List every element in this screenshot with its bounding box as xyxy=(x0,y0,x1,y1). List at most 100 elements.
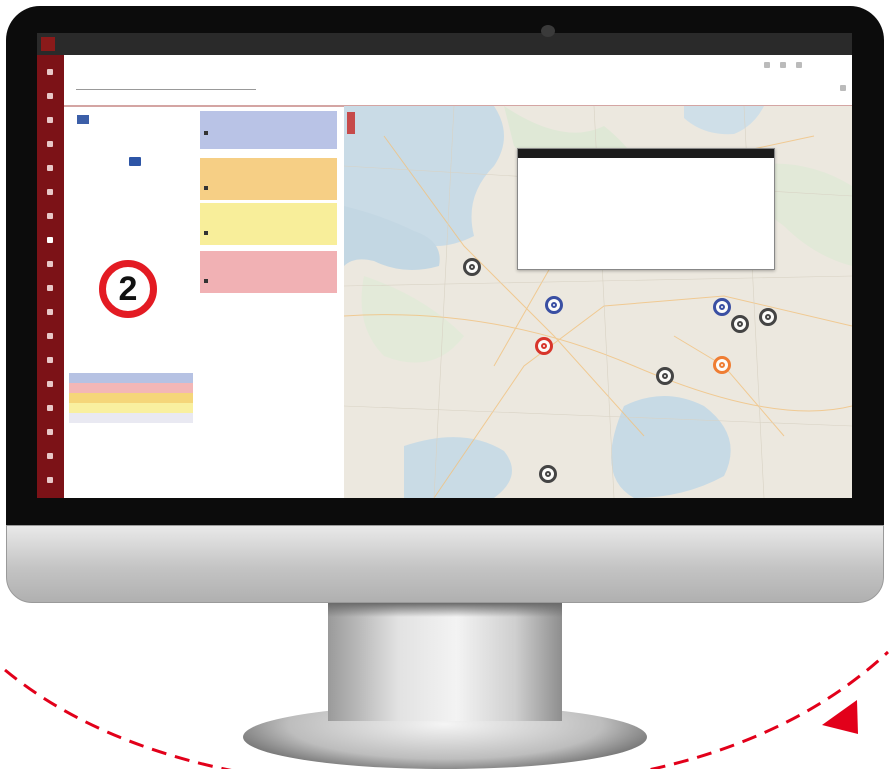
marker-gray-1[interactable] xyxy=(463,258,481,276)
calendar-day[interactable] xyxy=(143,187,155,196)
sidebar-help-icon[interactable] xyxy=(47,453,53,459)
calendar-day[interactable] xyxy=(143,147,155,156)
calendar-day[interactable] xyxy=(157,157,169,166)
calendar-day[interactable] xyxy=(157,137,169,146)
sidebar-map-icon[interactable] xyxy=(47,213,53,219)
sidebar-chart-icon[interactable] xyxy=(47,189,53,195)
order-card[interactable] xyxy=(200,111,337,149)
order-card[interactable] xyxy=(200,203,337,245)
top-right-link[interactable] xyxy=(807,41,847,49)
marker-blue-2[interactable] xyxy=(713,298,731,316)
calendar-day[interactable] xyxy=(129,167,141,176)
close-icon[interactable] xyxy=(840,85,846,91)
calendar-day[interactable] xyxy=(171,187,183,196)
calendar-weekday xyxy=(115,127,127,136)
calendar-day-selected[interactable] xyxy=(129,157,141,166)
calendar-day[interactable] xyxy=(101,167,113,176)
calendar-day[interactable] xyxy=(157,177,169,186)
card-line xyxy=(204,230,333,238)
calendar-day[interactable] xyxy=(171,137,183,146)
calendar-day[interactable] xyxy=(87,147,99,156)
back-link[interactable] xyxy=(76,61,106,69)
module-label[interactable] xyxy=(155,39,195,49)
calendar-prev-button[interactable] xyxy=(77,115,89,124)
top-navbar xyxy=(37,33,852,55)
order-card[interactable] xyxy=(200,251,337,293)
sidebar-active-item-icon[interactable] xyxy=(47,237,53,243)
map-toolbar[interactable] xyxy=(594,110,852,120)
calendar-day[interactable] xyxy=(101,177,113,186)
calendar-day[interactable] xyxy=(143,137,155,146)
popup-line xyxy=(530,238,760,246)
calendar-day[interactable] xyxy=(115,177,127,186)
calendar-day[interactable] xyxy=(115,187,127,196)
calendar-day[interactable] xyxy=(101,137,113,146)
calendar-day[interactable] xyxy=(87,167,99,176)
search-icon[interactable] xyxy=(764,62,770,68)
sidebar-clock-icon[interactable] xyxy=(47,381,53,387)
sidebar-gear-icon[interactable] xyxy=(47,285,53,291)
card-line xyxy=(204,130,333,138)
sidebar-tag-icon[interactable] xyxy=(47,357,53,363)
user-menu[interactable] xyxy=(814,61,848,69)
sidebar-folder-icon[interactable] xyxy=(47,309,53,315)
marker-gray-3[interactable] xyxy=(759,308,777,326)
zoom-control[interactable] xyxy=(347,112,355,134)
brand-logo-icon[interactable] xyxy=(41,37,55,51)
calendar-day[interactable] xyxy=(115,157,127,166)
map-view[interactable] xyxy=(344,106,852,498)
calendar-day[interactable] xyxy=(171,147,183,156)
marker-gray-4[interactable] xyxy=(656,367,674,385)
user-icon[interactable] xyxy=(796,62,802,68)
calendar-day[interactable] xyxy=(87,177,99,186)
legend-item xyxy=(69,393,193,403)
sidebar-report-icon[interactable] xyxy=(47,405,53,411)
sidebar-bell-icon[interactable] xyxy=(47,261,53,267)
calendar-day[interactable] xyxy=(87,137,99,146)
bell-icon[interactable] xyxy=(780,62,786,68)
marker-blue-1[interactable] xyxy=(545,296,563,314)
card-line xyxy=(204,222,333,230)
calendar-day[interactable] xyxy=(101,187,113,196)
marker-red-1[interactable] xyxy=(535,337,553,355)
calendar-day[interactable] xyxy=(143,167,155,176)
calendar-day[interactable] xyxy=(157,147,169,156)
sidebar-users-icon[interactable] xyxy=(47,141,53,147)
calendar-day[interactable] xyxy=(171,167,183,176)
calendar-weekday xyxy=(101,127,113,136)
sidebar-truck-icon[interactable] xyxy=(47,333,53,339)
calendar-day[interactable] xyxy=(87,157,99,166)
calendar-day[interactable] xyxy=(129,137,141,146)
popup-line xyxy=(530,175,760,183)
calendar-day[interactable] xyxy=(129,147,141,156)
counter-value: 2 xyxy=(118,270,138,308)
card-line xyxy=(204,177,333,185)
sidebar-list-icon[interactable] xyxy=(47,93,53,99)
calendar-day[interactable] xyxy=(157,187,169,196)
marker-gray-2[interactable] xyxy=(731,315,749,333)
sidebar-mail-icon[interactable] xyxy=(47,429,53,435)
calendar-weekday xyxy=(143,127,155,136)
calendar-day[interactable] xyxy=(171,157,183,166)
marker-gray-5[interactable] xyxy=(539,465,557,483)
sidebar-home-icon[interactable] xyxy=(47,69,53,75)
sidebar-logout-icon[interactable] xyxy=(47,477,53,483)
calendar-day[interactable] xyxy=(101,157,113,166)
popup-title xyxy=(518,160,774,168)
calendar-day[interactable] xyxy=(115,167,127,176)
sidebar-file-icon[interactable] xyxy=(47,165,53,171)
calendar-day[interactable] xyxy=(143,177,155,186)
calendar-day[interactable] xyxy=(171,177,183,186)
calendar-day[interactable] xyxy=(157,167,169,176)
calendar-today-button[interactable] xyxy=(171,116,187,124)
sidebar-calendar-icon[interactable] xyxy=(47,117,53,123)
calendar-day[interactable] xyxy=(115,137,127,146)
order-card[interactable] xyxy=(200,158,337,200)
marker-orange-1[interactable] xyxy=(713,356,731,374)
calendar-day[interactable] xyxy=(143,157,155,166)
calendar-day[interactable] xyxy=(101,147,113,156)
calendar-day[interactable] xyxy=(115,147,127,156)
calendar-day[interactable] xyxy=(129,187,141,196)
calendar-day[interactable] xyxy=(87,187,99,196)
calendar-day[interactable] xyxy=(129,177,141,186)
